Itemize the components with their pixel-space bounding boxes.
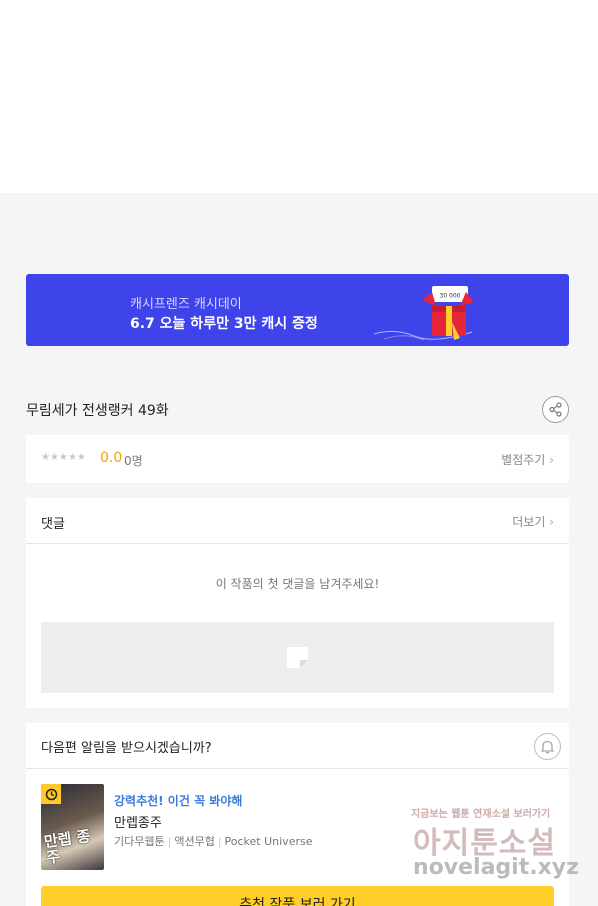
genre-label: 액션무협 — [174, 835, 215, 848]
banner-title: 6.7 오늘 하루만 3만 캐시 증정 — [130, 316, 318, 332]
bell-icon — [540, 740, 555, 754]
thumbnail-title-art: 만렙 종주 — [42, 826, 92, 867]
gift-box-icon: 30 000 — [374, 286, 474, 341]
notify-bell-button[interactable] — [534, 733, 561, 760]
notify-question: 다음편 알림을 받으시겠습니까? — [41, 741, 212, 756]
rating-score: 0.0 — [100, 450, 123, 466]
divider — [26, 768, 569, 769]
chevron-right-icon: › — [549, 515, 554, 529]
chevron-right-icon: › — [549, 453, 554, 467]
top-blank-area — [0, 0, 598, 193]
watermark: 지금보는 웹툰 연재소설 보러가기 아지툰소설 novelagit.xyz — [405, 800, 580, 890]
recommended-thumbnail[interactable]: 만렙 종주 — [41, 784, 104, 870]
rating-stars[interactable]: ★★★★★ — [41, 452, 86, 463]
empty-comments-message: 이 작품의 첫 댓글을 남겨주세요! — [215, 577, 380, 591]
comment-input[interactable] — [41, 622, 554, 693]
share-icon — [549, 402, 562, 417]
comments-card: 댓글 더보기 › 이 작품의 첫 댓글을 남겨주세요! — [26, 498, 569, 708]
event-banner[interactable]: 캐시프렌즈 캐시데이 6.7 오늘 하루만 3만 캐시 증정 30 000 — [26, 274, 569, 346]
more-label: 더보기 — [512, 515, 546, 529]
recommend-tag: 강력추천! 이건 꼭 봐야해 — [114, 794, 243, 808]
comments-more-button[interactable]: 더보기 › — [512, 513, 554, 530]
comment-placeholder-icon — [287, 647, 308, 668]
banner-subtitle: 캐시프렌즈 캐시데이 — [130, 297, 242, 312]
rate-button[interactable]: 별점주기 › — [501, 451, 554, 468]
rating-card: ★★★★★ 0.0 0명 별점주기 › — [26, 435, 569, 483]
divider — [26, 543, 569, 544]
rate-label: 별점주기 — [501, 453, 546, 467]
episode-title: 무림세가 전생랭커 49화 — [26, 403, 169, 419]
recommended-title[interactable]: 만렙종주 — [114, 812, 162, 831]
genre-label: 기다무웹툰 — [114, 835, 165, 848]
recommended-meta: 기다무웹툰 | 액션무협 | Pocket Universe — [114, 835, 313, 848]
rating-count: 0명 — [124, 454, 143, 468]
gift-amount: 30 000 — [440, 293, 461, 300]
share-button[interactable] — [542, 396, 569, 423]
watermark-url: novelagit.xyz — [413, 855, 579, 880]
clock-icon — [41, 784, 61, 804]
publisher-label: Pocket Universe — [224, 835, 313, 848]
comments-heading: 댓글 — [41, 517, 65, 532]
